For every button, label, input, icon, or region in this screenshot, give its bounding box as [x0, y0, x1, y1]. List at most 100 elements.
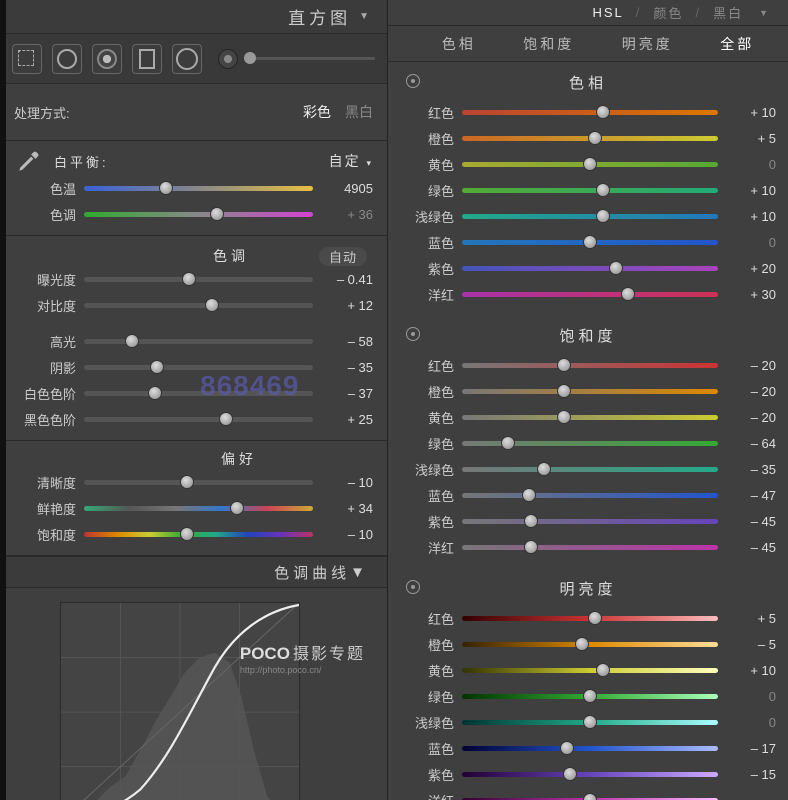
hsl-sat-magenta-value[interactable]: – 45: [726, 540, 776, 555]
hsl-hue-yellow-value[interactable]: 0: [726, 157, 776, 172]
hsl-lum-orange-value[interactable]: – 5: [726, 637, 776, 652]
slider-thumb[interactable]: [596, 183, 610, 197]
shadows-value[interactable]: – 35: [321, 360, 373, 375]
treatment-bw[interactable]: 黑白: [345, 102, 373, 122]
slider-thumb[interactable]: [583, 689, 597, 703]
hsl-sat-purple-value[interactable]: – 45: [726, 514, 776, 529]
hsl-sat-green-value[interactable]: – 64: [726, 436, 776, 451]
slider-thumb[interactable]: [180, 475, 194, 489]
slider-thumb[interactable]: [575, 637, 589, 651]
hsl-sat-aqua-slider[interactable]: 浅绿色– 35: [388, 456, 788, 482]
slider-thumb[interactable]: [583, 793, 597, 800]
slider-thumb[interactable]: [583, 235, 597, 249]
slider-thumb[interactable]: [501, 436, 515, 450]
hsl-hue-purple-value[interactable]: + 20: [726, 261, 776, 276]
hsl-lum-red-slider[interactable]: 红色+ 5: [388, 605, 788, 631]
hsl-lum-green-value[interactable]: 0: [726, 689, 776, 704]
tab-all[interactable]: 全部: [720, 34, 754, 54]
exposure-value[interactable]: – 0.41: [321, 272, 373, 287]
target-adjust-icon[interactable]: [406, 580, 420, 594]
hsl-hue-purple-slider[interactable]: 紫色+ 20: [388, 255, 788, 281]
hsl-sat-orange-value[interactable]: – 20: [726, 384, 776, 399]
slider-thumb[interactable]: [524, 540, 538, 554]
tab-hue[interactable]: 色相: [442, 34, 476, 54]
slider-thumb[interactable]: [205, 298, 219, 312]
hsl-hue-yellow-slider[interactable]: 黄色0: [388, 151, 788, 177]
hsl-hue-red-slider[interactable]: 红色+ 10: [388, 99, 788, 125]
slider-thumb[interactable]: [596, 209, 610, 223]
hsl-sat-magenta-slider[interactable]: 洋红– 45: [388, 534, 788, 560]
crop-tool-button[interactable]: [12, 44, 42, 74]
clarity-slider[interactable]: 清晰度 – 10: [14, 469, 373, 495]
grad-tool-button[interactable]: [132, 44, 162, 74]
blacks-slider[interactable]: 黑色色阶 + 25: [14, 406, 373, 432]
slider-thumb[interactable]: [557, 384, 571, 398]
tint-value[interactable]: + 36: [321, 207, 373, 222]
hsl-hue-green-value[interactable]: + 10: [726, 183, 776, 198]
hsl-hue-green-slider[interactable]: 绿色+ 10: [388, 177, 788, 203]
contrast-value[interactable]: + 12: [321, 298, 373, 313]
contrast-slider[interactable]: 对比度 + 12: [14, 292, 373, 318]
whites-slider[interactable]: 白色色阶 – 37: [14, 380, 373, 406]
slider-thumb[interactable]: [210, 207, 224, 221]
temp-slider[interactable]: 色温 4905: [14, 175, 373, 201]
hsl-lum-blue-value[interactable]: – 17: [726, 741, 776, 756]
crumb-hsl[interactable]: HSL: [593, 5, 624, 20]
hsl-hue-red-value[interactable]: + 10: [726, 105, 776, 120]
hsl-sat-green-slider[interactable]: 绿色– 64: [388, 430, 788, 456]
hsl-sat-yellow-value[interactable]: – 20: [726, 410, 776, 425]
hsl-lum-blue-slider[interactable]: 蓝色– 17: [388, 735, 788, 761]
highlights-slider[interactable]: 高光 – 58: [14, 328, 373, 354]
slider-thumb[interactable]: [621, 287, 635, 301]
tone-curve-header[interactable]: 色调曲线 ▼: [0, 556, 387, 588]
tint-slider[interactable]: 色调 + 36: [14, 201, 373, 227]
hsl-hue-blue-slider[interactable]: 蓝色0: [388, 229, 788, 255]
hsl-lum-green-slider[interactable]: 绿色0: [388, 683, 788, 709]
slider-thumb[interactable]: [244, 52, 256, 64]
tab-lum[interactable]: 明亮度: [622, 34, 673, 54]
hsl-sat-blue-slider[interactable]: 蓝色– 47: [388, 482, 788, 508]
hsl-lum-magenta-slider[interactable]: 洋红: [388, 787, 788, 800]
crumb-bw[interactable]: 黑白: [713, 3, 743, 22]
hsl-lum-yellow-value[interactable]: + 10: [726, 663, 776, 678]
slider-thumb[interactable]: [150, 360, 164, 374]
hsl-lum-purple-slider[interactable]: 紫色– 15: [388, 761, 788, 787]
treatment-color[interactable]: 彩色: [303, 102, 331, 122]
slider-thumb[interactable]: [596, 663, 610, 677]
slider-thumb[interactable]: [596, 105, 610, 119]
blacks-value[interactable]: + 25: [321, 412, 373, 427]
hsl-sat-blue-value[interactable]: – 47: [726, 488, 776, 503]
slider-thumb[interactable]: [588, 131, 602, 145]
slider-thumb[interactable]: [588, 611, 602, 625]
hsl-sat-red-value[interactable]: – 20: [726, 358, 776, 373]
slider-thumb[interactable]: [148, 386, 162, 400]
hsl-sat-yellow-slider[interactable]: 黄色– 20: [388, 404, 788, 430]
highlights-value[interactable]: – 58: [321, 334, 373, 349]
slider-thumb[interactable]: [537, 462, 551, 476]
brush-size-slider[interactable]: [218, 49, 375, 69]
slider-thumb[interactable]: [557, 358, 571, 372]
hsl-lum-red-value[interactable]: + 5: [726, 611, 776, 626]
auto-button[interactable]: 自动: [319, 247, 367, 266]
hsl-lum-aqua-value[interactable]: 0: [726, 715, 776, 730]
spot-tool-button[interactable]: [52, 44, 82, 74]
slider-thumb[interactable]: [583, 157, 597, 171]
clarity-value[interactable]: – 10: [321, 475, 373, 490]
eyedropper-icon[interactable]: [14, 146, 44, 176]
whites-value[interactable]: – 37: [321, 386, 373, 401]
slider-thumb[interactable]: [125, 334, 139, 348]
slider-thumb[interactable]: [560, 741, 574, 755]
saturation-slider[interactable]: 饱和度 – 10: [14, 521, 373, 547]
tone-curve-graph[interactable]: [60, 602, 300, 800]
slider-thumb[interactable]: [219, 412, 233, 426]
temp-value[interactable]: 4905: [321, 181, 373, 196]
hsl-sat-orange-slider[interactable]: 橙色– 20: [388, 378, 788, 404]
slider-thumb[interactable]: [230, 501, 244, 515]
hsl-hue-blue-value[interactable]: 0: [726, 235, 776, 250]
target-adjust-icon[interactable]: [406, 74, 420, 88]
target-adjust-icon[interactable]: [406, 327, 420, 341]
vibrance-value[interactable]: + 34: [321, 501, 373, 516]
slider-thumb[interactable]: [180, 527, 194, 541]
hsl-lum-purple-value[interactable]: – 15: [726, 767, 776, 782]
shadows-slider[interactable]: 阴影 – 35: [14, 354, 373, 380]
